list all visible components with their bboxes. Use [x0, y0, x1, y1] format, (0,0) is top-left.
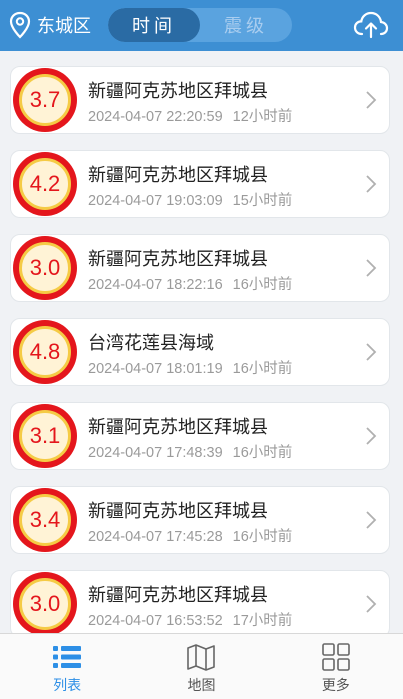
quake-ago: 17小时前	[232, 613, 293, 629]
quake-meta: 2024-04-07 18:22:16 16小时前	[88, 273, 292, 294]
quake-ago: 12小时前	[232, 109, 293, 125]
quake-meta: 2024-04-07 17:45:28 16小时前	[88, 525, 292, 546]
magnitude-value: 3.0	[29, 591, 61, 616]
magnitude-value: 3.1	[29, 423, 61, 448]
sort-segmented-control: 时间 震级	[108, 8, 292, 42]
quake-time: 2024-04-07 22:20:59	[88, 109, 223, 125]
chevron-right-icon	[366, 343, 377, 361]
quake-time: 2024-04-07 17:48:39	[88, 445, 223, 461]
chevron-right-icon	[366, 511, 377, 529]
quake-ago: 16小时前	[232, 277, 293, 293]
quake-meta: 2024-04-07 16:53:52 17小时前	[88, 609, 292, 630]
tab-label: 地图	[187, 678, 216, 694]
magnitude-badge: 4.2	[13, 152, 77, 216]
list-item[interactable]: 3.0 新疆阿克苏地区拜城县 2024-04-07 16:53:52 17小时前	[10, 570, 390, 633]
magnitude-value: 3.4	[29, 507, 61, 532]
quake-location: 新疆阿克苏地区拜城县	[88, 417, 268, 438]
magnitude-badge: 3.1	[13, 404, 77, 468]
magnitude-badge: 3.7	[13, 68, 77, 132]
quake-ago: 15小时前	[232, 193, 293, 209]
quake-time: 2024-04-07 19:03:09	[88, 193, 223, 209]
cloud-upload-icon[interactable]	[353, 10, 389, 40]
segment-time[interactable]: 时间	[108, 8, 200, 42]
magnitude-value: 4.8	[29, 339, 61, 364]
top-bar: 东城区 时间 震级	[0, 0, 403, 51]
quake-time: 2024-04-07 16:53:52	[88, 613, 223, 629]
quake-location: 新疆阿克苏地区拜城县	[88, 165, 268, 186]
quake-meta: 2024-04-07 19:03:09 15小时前	[88, 189, 292, 210]
quake-meta: 2024-04-07 22:20:59 12小时前	[88, 105, 292, 126]
magnitude-value: 4.2	[29, 171, 61, 196]
magnitude-badge: 3.0	[13, 572, 77, 633]
list-item[interactable]: 3.4 新疆阿克苏地区拜城县 2024-04-07 17:45:28 16小时前	[10, 486, 390, 554]
quake-time: 2024-04-07 17:45:28	[88, 529, 223, 545]
chevron-right-icon	[366, 175, 377, 193]
list-item[interactable]: 4.8 台湾花莲县海域 2024-04-07 18:01:19 16小时前	[10, 318, 390, 386]
list-item[interactable]: 4.2 新疆阿克苏地区拜城县 2024-04-07 19:03:09 15小时前	[10, 150, 390, 218]
list-icon	[53, 646, 82, 668]
list-item[interactable]: 3.0 新疆阿克苏地区拜城县 2024-04-07 18:22:16 16小时前	[10, 234, 390, 302]
magnitude-badge: 3.0	[13, 236, 77, 300]
list-item[interactable]: 3.1 新疆阿克苏地区拜城县 2024-04-07 17:48:39 16小时前	[10, 402, 390, 470]
map-pin-icon	[9, 11, 31, 39]
quake-meta: 2024-04-07 18:01:19 16小时前	[88, 357, 292, 378]
chevron-right-icon	[366, 595, 377, 613]
map-icon	[187, 644, 216, 671]
magnitude-value: 3.7	[29, 87, 61, 112]
magnitude-value: 3.0	[29, 255, 61, 280]
quake-location: 新疆阿克苏地区拜城县	[88, 249, 268, 270]
tab-label: 列表	[53, 678, 82, 694]
quake-location: 新疆阿克苏地区拜城县	[88, 81, 268, 102]
chevron-right-icon	[366, 259, 377, 277]
tab-list[interactable]: 列表	[0, 634, 134, 699]
bottom-tab-bar: 列表 地图 更多	[0, 633, 403, 699]
quake-ago: 16小时前	[232, 445, 293, 461]
quake-location: 台湾花莲县海域	[88, 333, 214, 354]
grid-icon	[322, 643, 350, 671]
quake-location: 新疆阿克苏地区拜城县	[88, 585, 268, 606]
segment-magnitude[interactable]: 震级	[200, 8, 292, 42]
earthquake-list: 3.7 新疆阿克苏地区拜城县 2024-04-07 22:20:59 12小时前 …	[0, 51, 403, 633]
tab-map[interactable]: 地图	[134, 634, 268, 699]
location-selector[interactable]: 东城区	[9, 11, 91, 39]
quake-meta: 2024-04-07 17:48:39 16小时前	[88, 441, 292, 462]
chevron-right-icon	[366, 91, 377, 109]
tab-more[interactable]: 更多	[269, 634, 403, 699]
magnitude-badge: 3.4	[13, 488, 77, 552]
list-item[interactable]: 3.7 新疆阿克苏地区拜城县 2024-04-07 22:20:59 12小时前	[10, 66, 390, 134]
quake-time: 2024-04-07 18:22:16	[88, 277, 223, 293]
quake-time: 2024-04-07 18:01:19	[88, 361, 223, 377]
location-label: 东城区	[37, 16, 91, 37]
quake-ago: 16小时前	[232, 361, 293, 377]
tab-label: 更多	[321, 678, 350, 694]
quake-location: 新疆阿克苏地区拜城县	[88, 501, 268, 522]
magnitude-badge: 4.8	[13, 320, 77, 384]
chevron-right-icon	[366, 427, 377, 445]
quake-ago: 16小时前	[232, 529, 293, 545]
